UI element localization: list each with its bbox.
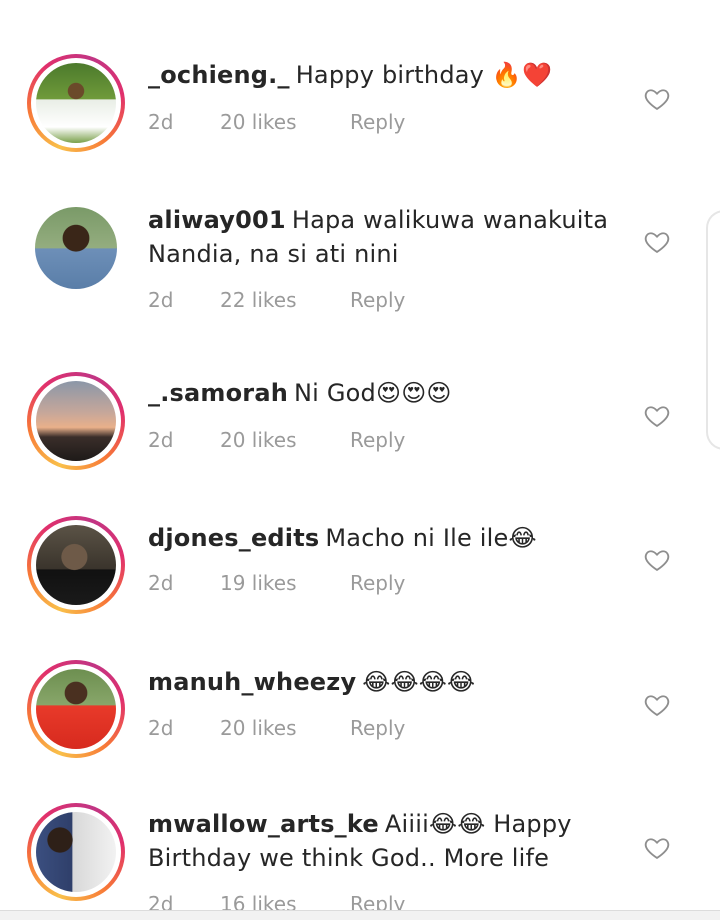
comment-item: mwallow_arts_ke Aiiii😂😂 Happy Birthday we… bbox=[0, 795, 720, 920]
comment-age: 2d bbox=[148, 110, 174, 134]
comment-item: _.samorah Ni God😍😍😍 2d 20 likes Reply bbox=[0, 360, 720, 500]
heart-outline-icon[interactable] bbox=[643, 834, 671, 862]
avatar[interactable] bbox=[27, 372, 125, 470]
reply-button[interactable]: Reply bbox=[350, 288, 405, 312]
avatar-photo bbox=[36, 812, 116, 892]
comment-text: Happy birthday 🔥❤️ bbox=[295, 61, 553, 89]
comment-username[interactable]: _.samorah bbox=[148, 379, 288, 407]
comment-text: Ni God😍😍😍 bbox=[294, 379, 452, 407]
comment-likes[interactable]: 20 likes bbox=[220, 110, 350, 134]
reply-button[interactable]: Reply bbox=[350, 428, 405, 452]
comment-username[interactable]: djones_edits bbox=[148, 524, 319, 552]
heart-outline-icon[interactable] bbox=[643, 85, 671, 113]
avatar[interactable] bbox=[27, 660, 125, 758]
reply-button[interactable]: Reply bbox=[350, 571, 405, 595]
comment-age: 2d bbox=[148, 716, 174, 740]
comment-age: 2d bbox=[148, 428, 174, 452]
bottom-divider bbox=[0, 910, 720, 920]
comment-age: 2d bbox=[148, 571, 174, 595]
avatar[interactable] bbox=[27, 803, 125, 901]
avatar[interactable] bbox=[27, 516, 125, 614]
comment-likes[interactable]: 19 likes bbox=[220, 571, 350, 595]
comment-item: _ochieng._ Happy birthday 🔥❤️ 2d 20 likes… bbox=[0, 40, 720, 180]
heart-outline-icon[interactable] bbox=[643, 546, 671, 574]
comment-text: Macho ni Ile ile😂 bbox=[325, 524, 537, 552]
heart-outline-icon[interactable] bbox=[643, 691, 671, 719]
avatar-photo bbox=[36, 381, 116, 461]
avatar[interactable] bbox=[27, 54, 125, 152]
comment-username[interactable]: manuh_wheezy bbox=[148, 668, 356, 696]
comment-likes[interactable]: 20 likes bbox=[220, 428, 350, 452]
avatar[interactable] bbox=[35, 207, 117, 289]
reply-button[interactable]: Reply bbox=[350, 716, 405, 740]
comment-username[interactable]: _ochieng._ bbox=[148, 61, 290, 89]
avatar-photo bbox=[36, 63, 116, 143]
avatar-photo bbox=[35, 207, 117, 289]
comment-username[interactable]: aliway001 bbox=[148, 206, 286, 234]
heart-outline-icon[interactable] bbox=[643, 402, 671, 430]
avatar-photo bbox=[36, 525, 116, 605]
comment-likes[interactable]: 20 likes bbox=[220, 716, 350, 740]
side-panel-handle[interactable] bbox=[706, 210, 720, 450]
comment-username[interactable]: mwallow_arts_ke bbox=[148, 810, 379, 838]
reply-button[interactable]: Reply bbox=[350, 110, 405, 134]
comment-age: 2d bbox=[148, 288, 174, 312]
comment-item: aliway001 Hapa walikuwa wanakuita Nandia,… bbox=[0, 185, 720, 325]
comment-item: manuh_wheezy 😂😂😂😂 2d 20 likes Reply bbox=[0, 650, 720, 790]
comment-item: djones_edits Macho ni Ile ile😂 2d 19 like… bbox=[0, 505, 720, 645]
heart-outline-icon[interactable] bbox=[643, 228, 671, 256]
avatar-photo bbox=[36, 669, 116, 749]
comment-text: 😂😂😂😂 bbox=[362, 668, 476, 696]
comment-likes[interactable]: 22 likes bbox=[220, 288, 350, 312]
